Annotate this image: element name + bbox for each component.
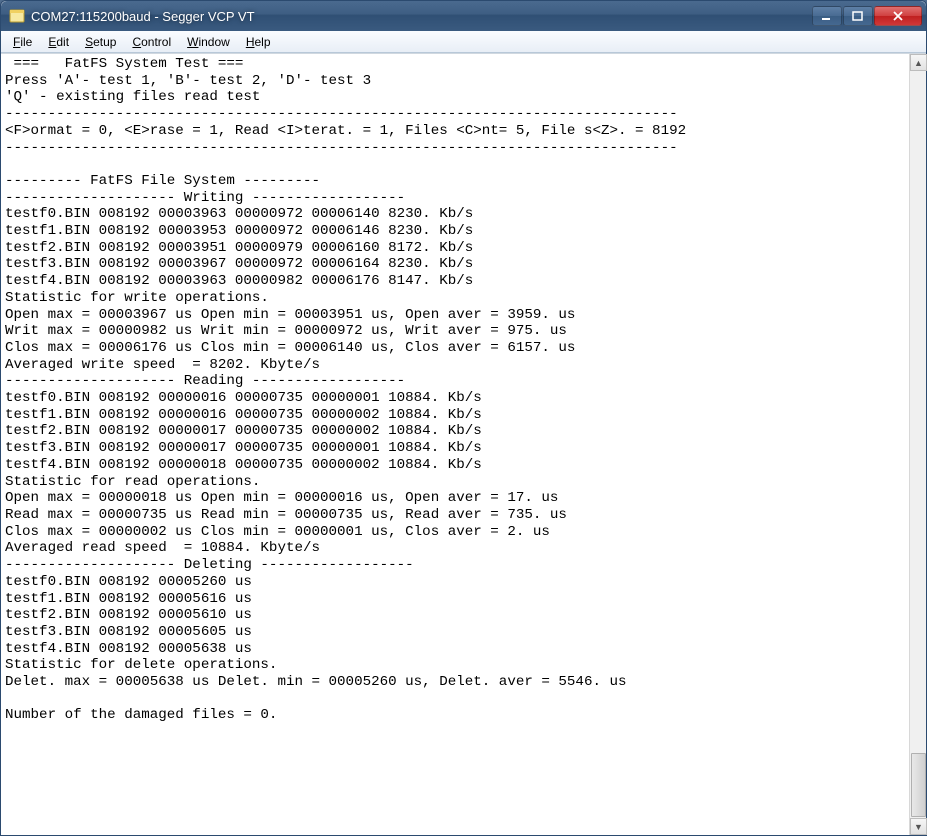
minimize-button[interactable]: [812, 6, 842, 26]
menu-control[interactable]: Control: [124, 33, 179, 51]
menu-label: ontrol: [141, 35, 171, 49]
menu-label: dit: [56, 35, 69, 49]
menubar: File Edit Setup Control Window Help: [1, 31, 926, 53]
menu-window[interactable]: Window: [179, 33, 238, 51]
menu-label: ile: [20, 35, 32, 49]
menu-edit[interactable]: Edit: [40, 33, 77, 51]
menu-label: elp: [255, 35, 271, 49]
app-icon: [9, 8, 25, 24]
menu-help[interactable]: Help: [238, 33, 279, 51]
app-window: COM27:115200baud - Segger VCP VT File Ed…: [0, 0, 927, 836]
maximize-button[interactable]: [843, 6, 873, 26]
menu-setup[interactable]: Setup: [77, 33, 124, 51]
titlebar[interactable]: COM27:115200baud - Segger VCP VT: [1, 1, 926, 31]
terminal-area: === FatFS System Test === Press 'A'- tes…: [1, 53, 926, 835]
terminal-output[interactable]: === FatFS System Test === Press 'A'- tes…: [1, 54, 909, 835]
menu-label: etup: [93, 35, 116, 49]
scroll-up-button[interactable]: ▲: [910, 54, 927, 71]
window-controls: [812, 6, 922, 26]
scroll-down-button[interactable]: ▼: [910, 818, 927, 835]
window-title: COM27:115200baud - Segger VCP VT: [31, 9, 812, 24]
close-button[interactable]: [874, 6, 922, 26]
menu-file[interactable]: File: [5, 33, 40, 51]
scroll-thumb[interactable]: [911, 753, 926, 817]
vertical-scrollbar[interactable]: ▲ ▼: [909, 54, 926, 835]
menu-label: indow: [198, 35, 229, 49]
